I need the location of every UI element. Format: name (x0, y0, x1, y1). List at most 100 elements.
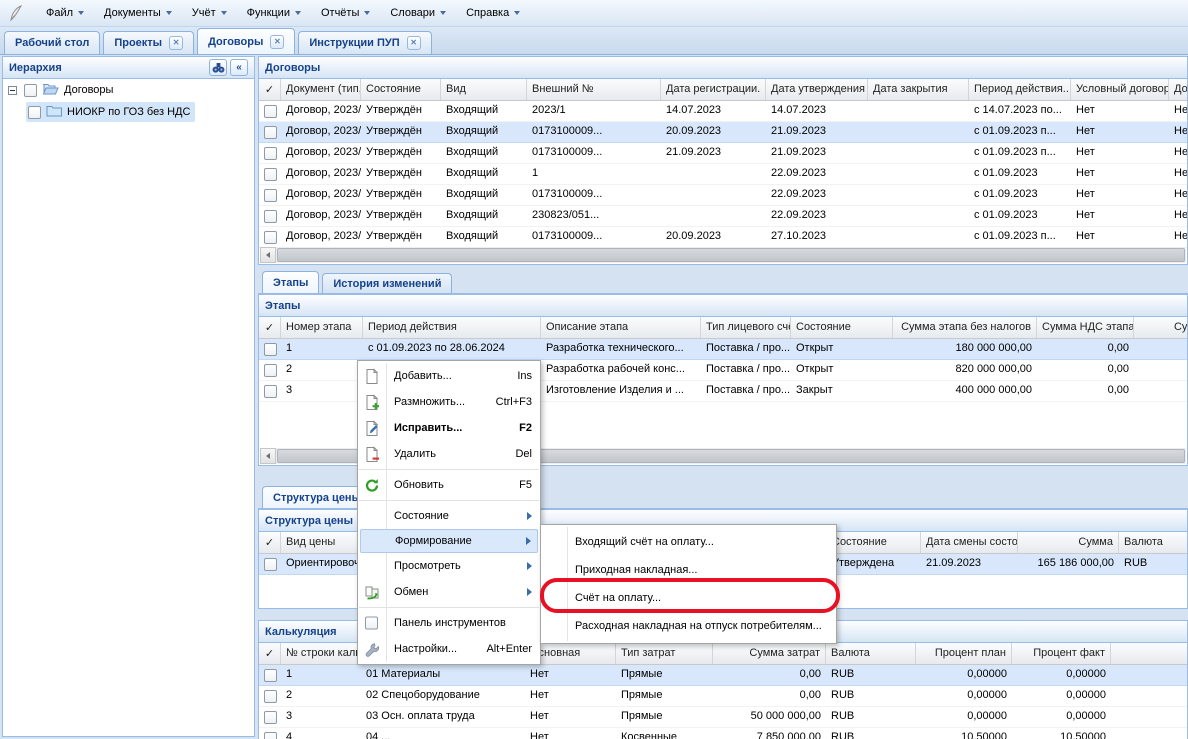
row-checkbox[interactable] (264, 343, 277, 356)
menu-item-settings[interactable]: Настройки... Alt+Enter (358, 636, 540, 662)
table-cell[interactable]: 20.09.2023 (661, 227, 766, 247)
column-header[interactable]: Тип лицевого счёт (701, 317, 791, 338)
table-cell[interactable]: 2 (281, 360, 363, 380)
table-cell[interactable] (868, 122, 969, 142)
menu-item-delete[interactable]: Удалить Del (358, 441, 540, 467)
row-checkbox[interactable] (264, 105, 277, 118)
table-cell[interactable]: 20.09.2023 (661, 122, 766, 142)
collapse-toggle-icon[interactable] (8, 86, 17, 95)
table-cell[interactable]: 0,00 (713, 665, 826, 685)
table-cell[interactable] (868, 227, 969, 247)
column-header[interactable]: Описание этапа (541, 317, 701, 338)
table-cell[interactable]: Нет (1071, 143, 1169, 163)
table-cell[interactable]: RUB (826, 665, 916, 685)
toolbar-checkbox[interactable] (363, 615, 380, 632)
table-cell[interactable]: 0173100009... (527, 227, 661, 247)
menu-item-duplicate[interactable]: Размножить... Ctrl+F3 (358, 389, 540, 415)
tab-contracts[interactable]: Договоры✕ (197, 28, 295, 54)
table-cell[interactable]: 0173100009... (527, 122, 661, 142)
table-cell[interactable]: Утверждён (361, 122, 441, 142)
table-cell[interactable]: 01 Материалы (361, 665, 525, 685)
submenu-item-outgoing-note[interactable]: Расходная накладная на отпуск потребител… (541, 612, 836, 640)
row-checkbox[interactable] (264, 364, 277, 377)
select-all-header[interactable]: ✓ (259, 643, 281, 664)
table-cell[interactable]: 27.10.2023 (766, 227, 868, 247)
table-cell[interactable]: 0,00 (1037, 381, 1134, 401)
table-cell[interactable]: Договор, 2023/... (281, 122, 361, 142)
column-header[interactable]: Внешний № (527, 79, 661, 100)
row-checkbox[interactable] (264, 385, 277, 398)
table-cell[interactable]: 3 (281, 707, 361, 727)
table-cell[interactable]: с 01.09.2023 п... (969, 122, 1071, 142)
row-checkbox[interactable] (264, 732, 277, 739)
table-cell[interactable]: Входящий (441, 227, 527, 247)
table-cell[interactable] (1134, 381, 1188, 401)
column-header[interactable]: Сумма НДС этапа (1037, 317, 1134, 338)
column-header[interactable]: № строки каль (281, 643, 361, 664)
table-cell[interactable]: Входящий (441, 143, 527, 163)
table-cell[interactable]: 165 186 000,00 (1018, 554, 1119, 574)
table-cell[interactable]: Открыт (791, 339, 893, 359)
table-cell[interactable]: Договор, 2023/... (281, 227, 361, 247)
menu-item-view[interactable]: Просмотреть (358, 553, 540, 579)
table-cell[interactable]: Нет (1169, 164, 1188, 184)
table-cell[interactable] (661, 206, 766, 226)
column-header[interactable]: Условный договор (1071, 79, 1169, 100)
row-checkbox[interactable] (264, 231, 277, 244)
tab-price-structure[interactable]: Структура цены (262, 486, 372, 508)
table-cell[interactable]: Нет (1071, 101, 1169, 121)
table-cell[interactable]: Утверждён (361, 101, 441, 121)
menu-documents[interactable]: Документы (94, 3, 182, 23)
column-header[interactable]: Дата утверждения (766, 79, 868, 100)
table-cell[interactable]: Договор, 2023/... (281, 206, 361, 226)
row-checkbox[interactable] (264, 690, 277, 703)
table-cell[interactable] (868, 185, 969, 205)
table-cell[interactable]: Прямые (616, 707, 713, 727)
column-header[interactable]: Состояние (827, 532, 921, 553)
table-row[interactable]: Договор, 2023/...УтверждёнВходящий017310… (259, 143, 1188, 164)
table-cell[interactable] (661, 164, 766, 184)
column-header[interactable]: Период действия (363, 317, 541, 338)
column-header[interactable]: Дата смены состоя (921, 532, 1018, 553)
menu-accounting[interactable]: Учёт (182, 3, 237, 23)
table-cell[interactable]: 10,50000 (1012, 728, 1111, 739)
table-cell[interactable] (1134, 339, 1188, 359)
row-checkbox[interactable] (264, 558, 277, 571)
table-cell[interactable]: RUB (826, 686, 916, 706)
binoculars-icon[interactable] (209, 59, 227, 76)
menu-dictionaries[interactable]: Словари (380, 3, 456, 23)
table-cell[interactable]: Входящий (441, 122, 527, 142)
table-cell[interactable]: 1 (281, 665, 361, 685)
table-cell[interactable]: Нет (1071, 206, 1169, 226)
table-cell[interactable]: 820 000 000,00 (893, 360, 1037, 380)
table-row[interactable]: 1с 01.09.2023 по 28.06.2024Разработка те… (259, 339, 1188, 360)
table-cell[interactable]: Входящий (441, 164, 527, 184)
table-cell[interactable]: 0,00000 (916, 707, 1012, 727)
table-cell[interactable]: 1 (281, 339, 363, 359)
select-all-header[interactable]: ✓ (259, 317, 281, 338)
table-cell[interactable]: 400 000 000,00 (893, 381, 1037, 401)
tab-projects[interactable]: Проекты✕ (103, 31, 194, 54)
table-cell[interactable]: с 01.09.2023 по 28.06.2024 (363, 339, 541, 359)
column-header[interactable]: Сумма этапа без налогов (893, 317, 1037, 338)
table-cell[interactable]: 21.09.2023 (766, 143, 868, 163)
table-cell[interactable]: Прямые (616, 686, 713, 706)
column-header[interactable]: Валюта (826, 643, 916, 664)
menu-item-refresh[interactable]: Обновить F5 (358, 472, 540, 498)
close-icon[interactable]: ✕ (270, 35, 284, 49)
tree-node-checkbox[interactable] (28, 106, 41, 119)
table-cell[interactable]: Поставка / про... (701, 381, 791, 401)
table-cell[interactable]: 22.09.2023 (766, 164, 868, 184)
submenu-item-receipt-note[interactable]: Приходная накладная... (541, 556, 836, 584)
tab-change-history[interactable]: История изменений (322, 273, 452, 293)
table-cell[interactable]: 21.09.2023 (766, 122, 868, 142)
column-header[interactable]: Дата регистрации. (661, 79, 766, 100)
table-row[interactable]: 202 СпецоборудованиеНетПрямые0,00RUB0,00… (259, 686, 1187, 707)
table-cell[interactable]: Утверждён (361, 143, 441, 163)
table-cell[interactable]: 21.09.2023 (921, 554, 1018, 574)
column-header[interactable]: Состояние (791, 317, 893, 338)
table-row[interactable]: Договор, 2023/...УтверждёнВходящий017310… (259, 185, 1188, 206)
row-checkbox[interactable] (264, 189, 277, 202)
table-cell[interactable]: 4 (281, 728, 361, 739)
tree-node-checkbox[interactable] (24, 84, 37, 97)
